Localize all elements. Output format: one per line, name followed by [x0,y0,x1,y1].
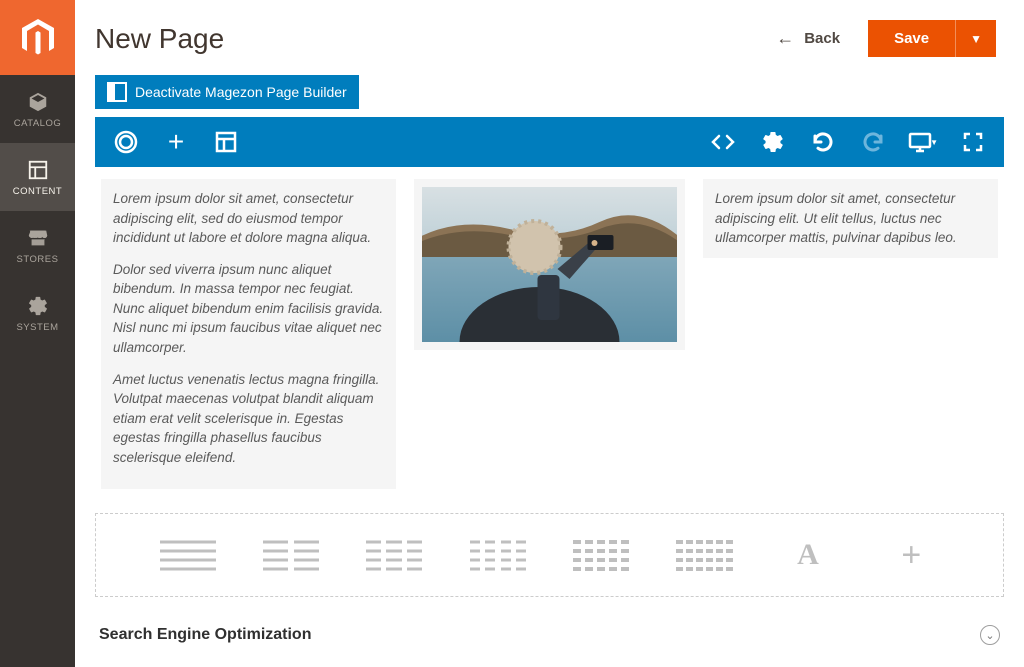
arrow-left-icon: ← [776,28,794,49]
code-button[interactable] [708,127,738,157]
layout-icon [107,82,127,102]
plus-icon: + [168,128,184,156]
column-right[interactable]: Lorem ipsum dolor sit amet, consectetur … [703,179,998,258]
text-element-option[interactable]: A [775,536,841,574]
deactivate-builder-button[interactable]: Deactivate Magezon Page Builder [95,75,359,109]
text-block: Lorem ipsum dolor sit amet, consectetur … [715,189,986,248]
layout-options-strip: A + [95,513,1004,597]
deactivate-label: Deactivate Magezon Page Builder [135,84,347,100]
redo-button [858,127,888,157]
page-header: New Page ← Back Save ▼ [75,0,1024,75]
undo-button[interactable] [808,127,838,157]
seo-title: Search Engine Optimization [99,626,311,644]
sidebar-item-label: SYSTEM [16,322,58,333]
layout-option-4col[interactable] [465,536,531,574]
seo-section-toggle[interactable]: Search Engine Optimization ⌄ [95,619,1004,651]
add-element-option[interactable]: + [878,536,944,574]
admin-sidebar: CATALOG CONTENT STORES SYSTEM [0,0,75,667]
layout-option-1col[interactable] [155,536,221,574]
sidebar-item-label: CATALOG [14,118,62,129]
back-label: Back [804,30,840,47]
layout-option-5col[interactable] [568,536,634,574]
sidebar-item-system[interactable]: SYSTEM [0,279,75,347]
sidebar-item-label: CONTENT [13,186,62,197]
back-button[interactable]: ← Back [776,28,840,49]
column-left[interactable]: Lorem ipsum dolor sit amet, consectetur … [101,179,396,489]
column-middle[interactable] [414,179,685,489]
text-block: Amet luctus venenatis lectus magna fring… [113,370,384,468]
circle-icon[interactable] [111,127,141,157]
add-element-button[interactable]: + [161,127,191,157]
text-block: Dolor sed viverra ipsum nunc aliquet bib… [113,260,384,358]
chevron-down-icon: ⌄ [980,625,1000,645]
layout-option-3col[interactable] [361,536,427,574]
page-title: New Page [95,23,776,55]
layout-button[interactable] [211,127,241,157]
chevron-down-icon: ▼ [930,138,938,147]
gear-icon [26,294,50,318]
storefront-icon [26,226,50,250]
placeholder-image [422,187,677,342]
layout-icon [26,158,50,182]
sidebar-item-label: STORES [17,254,59,265]
fullscreen-button[interactable] [958,127,988,157]
magento-logo-icon [21,19,55,57]
layout-option-6col[interactable] [672,536,738,574]
settings-button[interactable] [758,127,788,157]
cube-icon [26,90,50,114]
magento-logo[interactable] [0,0,75,75]
sidebar-item-catalog[interactable]: CATALOG [0,75,75,143]
image-block[interactable] [414,179,685,350]
builder-stage[interactable]: Lorem ipsum dolor sit amet, consectetur … [95,167,1004,501]
builder-toolbar: + [95,117,1004,167]
text-block: Lorem ipsum dolor sit amet, consectetur … [113,189,384,248]
save-button[interactable]: Save [868,20,955,57]
layout-option-2col[interactable] [258,536,324,574]
viewport-button[interactable]: ▼ [908,127,938,157]
sidebar-item-stores[interactable]: STORES [0,211,75,279]
save-dropdown-toggle[interactable]: ▼ [955,20,996,57]
sidebar-item-content[interactable]: CONTENT [0,143,75,211]
